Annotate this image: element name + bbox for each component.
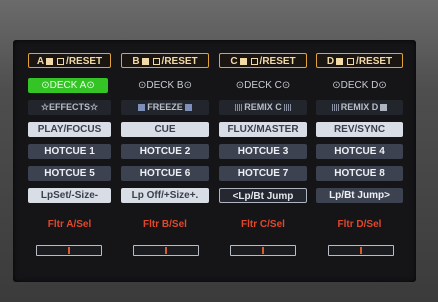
deck-a-button[interactable]: ⊙DECK A⊙ (28, 78, 108, 93)
deck-letter-a: A (36, 56, 45, 67)
reset-label: /RESET (259, 56, 296, 67)
deck-c-button[interactable]: ⊙DECK C⊙ (219, 78, 307, 93)
grid-icon (235, 104, 243, 112)
hotcue-5-button[interactable]: HOTCUE 5 (28, 166, 111, 181)
filter-c-label: Fltr C/Sel (241, 219, 285, 230)
deck-label: DECK A (49, 80, 87, 91)
square-filled-icon (184, 104, 192, 112)
slider-thumb[interactable] (165, 247, 167, 254)
filter-c-slider[interactable] (230, 245, 296, 256)
circle-icon: ⊙ (378, 80, 387, 91)
deck-letter-b: B (132, 56, 140, 67)
circle-icon: ⊙ (281, 80, 291, 91)
square-filled-icon (141, 57, 149, 65)
grid-icon (283, 104, 291, 112)
deck-b-button[interactable]: ⊙DECK B⊙ (121, 78, 209, 93)
circle-icon: ⊙ (235, 80, 245, 91)
square-filled-icon (336, 57, 344, 65)
circle-icon: ⊙ (332, 80, 341, 91)
deck-d-button[interactable]: ⊙DECK D⊙ (316, 78, 403, 93)
filter-b-label: Fltr B/Sel (143, 219, 187, 230)
star-icon: ☆ (40, 102, 49, 112)
loop-off-size-button[interactable]: Lp Off/+Size+. (121, 188, 209, 203)
cue-button[interactable]: CUE (121, 122, 209, 137)
freeze-button[interactable]: FREEZE (121, 100, 209, 115)
reset-label: /RESET (66, 56, 103, 67)
square-outline-icon (152, 57, 160, 65)
filter-b-slider[interactable] (133, 245, 199, 256)
square-filled-icon (380, 104, 388, 112)
play-focus-button[interactable]: PLAY/FOCUS (28, 122, 111, 137)
slider-thumb[interactable] (262, 247, 264, 254)
deck-letter-d: D (326, 56, 335, 67)
remix-d-label: REMIX D (340, 102, 379, 112)
hotcue-4-button[interactable]: HOTCUE 4 (316, 144, 403, 159)
filter-a-slider[interactable] (36, 245, 102, 256)
deck-label: DECK B (146, 80, 184, 91)
remix-c-label: REMIX C (244, 102, 282, 112)
filter-d-slider[interactable] (328, 245, 394, 256)
remix-c-button[interactable]: REMIX C (219, 100, 307, 115)
freeze-label: FREEZE (147, 102, 183, 112)
remix-d-button[interactable]: REMIX D (316, 100, 403, 115)
square-outline-icon (57, 57, 65, 65)
deck-letter-c: C (230, 56, 238, 67)
loop-beat-jump-back-button[interactable]: <Lp/Bt Jump (219, 188, 307, 203)
flux-master-button[interactable]: FLUX/MASTER (219, 122, 307, 137)
deck-label: DECK D (340, 80, 379, 91)
circle-icon: ⊙ (86, 80, 95, 91)
filter-a-label: Fltr A/Sel (47, 219, 92, 230)
reset-b-button[interactable]: B/RESET (121, 53, 209, 68)
hotcue-8-button[interactable]: HOTCUE 8 (316, 166, 403, 181)
reset-c-button[interactable]: C/RESET (219, 53, 307, 68)
star-icon: ☆ (90, 102, 99, 112)
circle-icon: ⊙ (41, 80, 50, 91)
reset-d-button[interactable]: D/RESET (316, 53, 403, 68)
square-outline-icon (347, 57, 355, 65)
deck-label: DECK C (244, 80, 282, 91)
square-filled-icon (46, 57, 54, 65)
square-outline-icon (250, 57, 258, 65)
filter-d-label: Fltr D/Sel (337, 219, 382, 230)
hotcue-2-button[interactable]: HOTCUE 2 (121, 144, 209, 159)
effects-label: EFFECTS (48, 102, 90, 112)
hotcue-6-button[interactable]: HOTCUE 6 (121, 166, 209, 181)
effects-button[interactable]: ☆EFFECTS☆ (28, 100, 111, 115)
loop-set-size-button[interactable]: LpSet/-Size- (28, 188, 111, 203)
hotcue-3-button[interactable]: HOTCUE 3 (219, 144, 307, 159)
slider-thumb[interactable] (68, 247, 70, 254)
slider-thumb[interactable] (360, 247, 362, 254)
reset-label: /RESET (356, 56, 393, 67)
reset-a-button[interactable]: A/RESET (28, 53, 111, 68)
circle-icon: ⊙ (183, 80, 192, 91)
rev-sync-button[interactable]: REV/SYNC (316, 122, 403, 137)
controller-screen: A/RESET B/RESET C/RESET D/RESET ⊙DECK A⊙… (13, 40, 416, 282)
hotcue-1-button[interactable]: HOTCUE 1 (28, 144, 111, 159)
square-filled-icon (239, 57, 247, 65)
grid-icon (331, 104, 339, 112)
reset-label: /RESET (161, 56, 198, 67)
square-filled-icon (138, 104, 146, 112)
loop-beat-jump-forward-button[interactable]: Lp/Bt Jump> (316, 188, 403, 203)
hotcue-7-button[interactable]: HOTCUE 7 (219, 166, 307, 181)
